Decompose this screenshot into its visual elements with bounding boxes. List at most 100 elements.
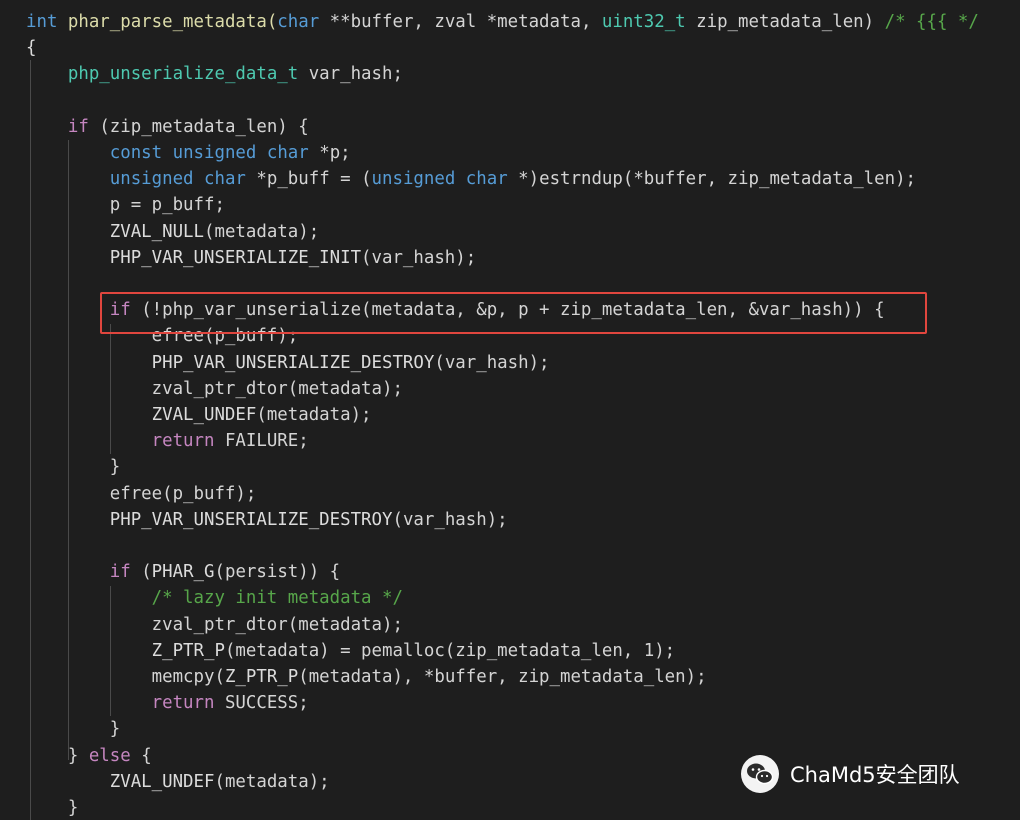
code-token: **buffer, zval *metadata, (319, 12, 602, 32)
code-token: Z_PTR_P (224, 667, 299, 687)
watermark: ChaMd5安全团队 (740, 752, 960, 796)
code-token: *)estrndup(*buffer, zip_metadata_len); (507, 169, 917, 190)
code-token: ZVAL_UNDEF (151, 405, 257, 425)
code-token: (metadata); (256, 405, 372, 425)
code-line: int phar_parse_metadata(char **buffer, z… (26, 9, 979, 35)
code-token: if (67, 116, 89, 137)
code-token: zip_metadata_len) (685, 12, 885, 32)
code-token: SUCCESS; (214, 693, 309, 714)
code-line: Z_PTR_P(metadata) = pemalloc(zip_metadat… (26, 638, 676, 664)
code-token: char (266, 143, 309, 163)
code-token: int (26, 12, 58, 32)
highlight-box (100, 292, 927, 334)
code-token: *p; (308, 143, 351, 163)
code-token: } (26, 457, 121, 478)
code-token: memcpy( (26, 667, 225, 687)
code-line: zval_ptr_dtor(metadata); (26, 376, 403, 402)
code-token: unsigned (109, 169, 194, 190)
code-token: var_hash; (298, 64, 403, 85)
code-token: zval_ptr_dtor(metadata); (26, 614, 403, 635)
code-token: phar_parse_metadata( (57, 12, 278, 32)
code-line: } else { (26, 743, 152, 769)
code-token: uint32_t (601, 12, 686, 32)
code-line: if (PHAR_G(persist)) { (26, 559, 340, 585)
code-token: (metadata) = pemalloc(zip_metadata_len, … (224, 640, 676, 661)
code-token: Z_PTR_P (151, 640, 225, 661)
code-token: else (88, 745, 131, 766)
code-line: PHP_VAR_UNSERIALIZE_DESTROY(var_hash); (26, 350, 550, 376)
code-line: memcpy(Z_PTR_P(metadata), *buffer, zip_m… (26, 664, 707, 690)
code-line: PHP_VAR_UNSERIALIZE_DESTROY(var_hash); (26, 507, 508, 533)
code-token: (var_hash); (392, 509, 508, 530)
code-token: ZVAL_NULL (109, 221, 204, 242)
code-token: PHP_VAR_UNSERIALIZE_DESTROY (151, 352, 435, 373)
code-token: char (465, 169, 508, 190)
wechat-icon (741, 755, 779, 793)
code-line: ZVAL_UNDEF(metadata); (26, 402, 372, 428)
code-token: php_unserialize_data_t (67, 64, 299, 85)
code-line: ZVAL_UNDEF(metadata); (26, 769, 330, 795)
code-line: } (26, 795, 78, 820)
code-token: (metadata), *buffer, zip_metadata_len); (298, 667, 707, 687)
code-token: { (26, 38, 37, 59)
code-line: return SUCCESS; (26, 690, 309, 716)
code-line: efree(p_buff); (26, 481, 257, 507)
code-token: efree(p_buff); (26, 483, 257, 504)
code-line: zval_ptr_dtor(metadata); (26, 612, 403, 638)
code-token: return (151, 431, 215, 452)
code-token: (var_hash); (361, 247, 477, 268)
code-token: FAILURE; (214, 431, 309, 452)
code-token: ZVAL_UNDEF (109, 771, 215, 792)
code-token: p = p_buff; (26, 195, 225, 216)
code-line: { (26, 35, 36, 61)
code-token: PHAR_G (151, 562, 215, 583)
code-token: (metadata); (214, 771, 330, 792)
code-token: return (151, 693, 215, 714)
watermark-text: ChaMd5安全团队 (790, 763, 960, 787)
code-token: /* lazy init metadata */ (151, 588, 403, 609)
code-token: ( (130, 562, 152, 583)
code-token: zval_ptr_dtor(metadata); (26, 378, 403, 399)
code-line: unsigned char *p_buff = (unsigned char *… (26, 166, 916, 192)
code-editor[interactable]: int phar_parse_metadata(char **buffer, z… (0, 0, 1020, 820)
code-line: p = p_buff; (26, 192, 225, 218)
code-token: (metadata); (204, 221, 320, 242)
code-token: { (130, 745, 152, 766)
code-token: (persist)) { (214, 562, 341, 583)
code-line: PHP_VAR_UNSERIALIZE_INIT(var_hash); (26, 245, 476, 271)
code-token: PHP_VAR_UNSERIALIZE_DESTROY (109, 509, 393, 530)
code-token: char (204, 169, 246, 190)
code-token: unsigned (371, 169, 456, 190)
code-line: if (zip_metadata_len) { (26, 114, 309, 140)
code-line: /* lazy init metadata */ (26, 585, 403, 611)
code-token: /* {{{ */ (884, 12, 979, 32)
code-token: PHP_VAR_UNSERIALIZE_INIT (109, 247, 362, 268)
code-token: } (26, 798, 79, 818)
code-line: } (26, 454, 120, 480)
code-token: unsigned (172, 143, 257, 163)
code-token: } (26, 745, 89, 766)
code-token: const (109, 143, 163, 163)
code-line: } (26, 716, 120, 742)
code-token: (var_hash); (434, 352, 550, 373)
